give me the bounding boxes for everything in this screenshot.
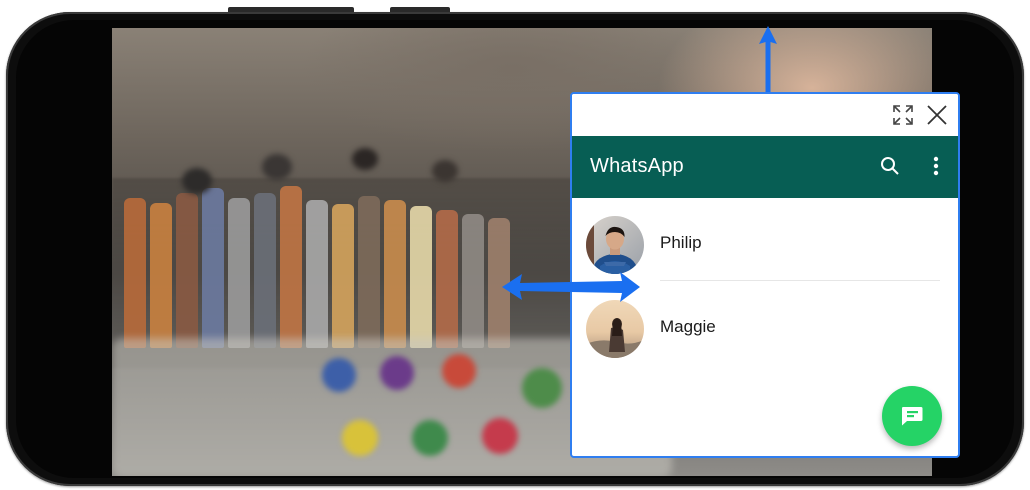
chat-divider	[660, 280, 940, 281]
expand-icon[interactable]	[890, 102, 916, 128]
chat-name-maggie: Maggie	[660, 317, 716, 336]
new-chat-button[interactable]	[882, 386, 942, 446]
power-button	[390, 7, 450, 12]
avatar-maggie	[586, 300, 644, 358]
close-icon[interactable]	[924, 102, 950, 128]
chat-row-maggie[interactable]: Maggie	[572, 294, 958, 378]
horizontal-resize-arrow-icon	[502, 272, 640, 302]
new-chat-icon	[902, 407, 923, 426]
avatar-philip	[586, 216, 644, 274]
popup-title-bar[interactable]	[572, 94, 958, 136]
chat-name-philip: Philip	[660, 233, 702, 252]
whatsapp-header: WhatsApp	[572, 136, 958, 198]
app-title: WhatsApp	[590, 155, 684, 177]
volume-button	[228, 7, 354, 12]
more-vertical-icon[interactable]	[924, 154, 948, 178]
search-icon[interactable]	[878, 154, 902, 178]
